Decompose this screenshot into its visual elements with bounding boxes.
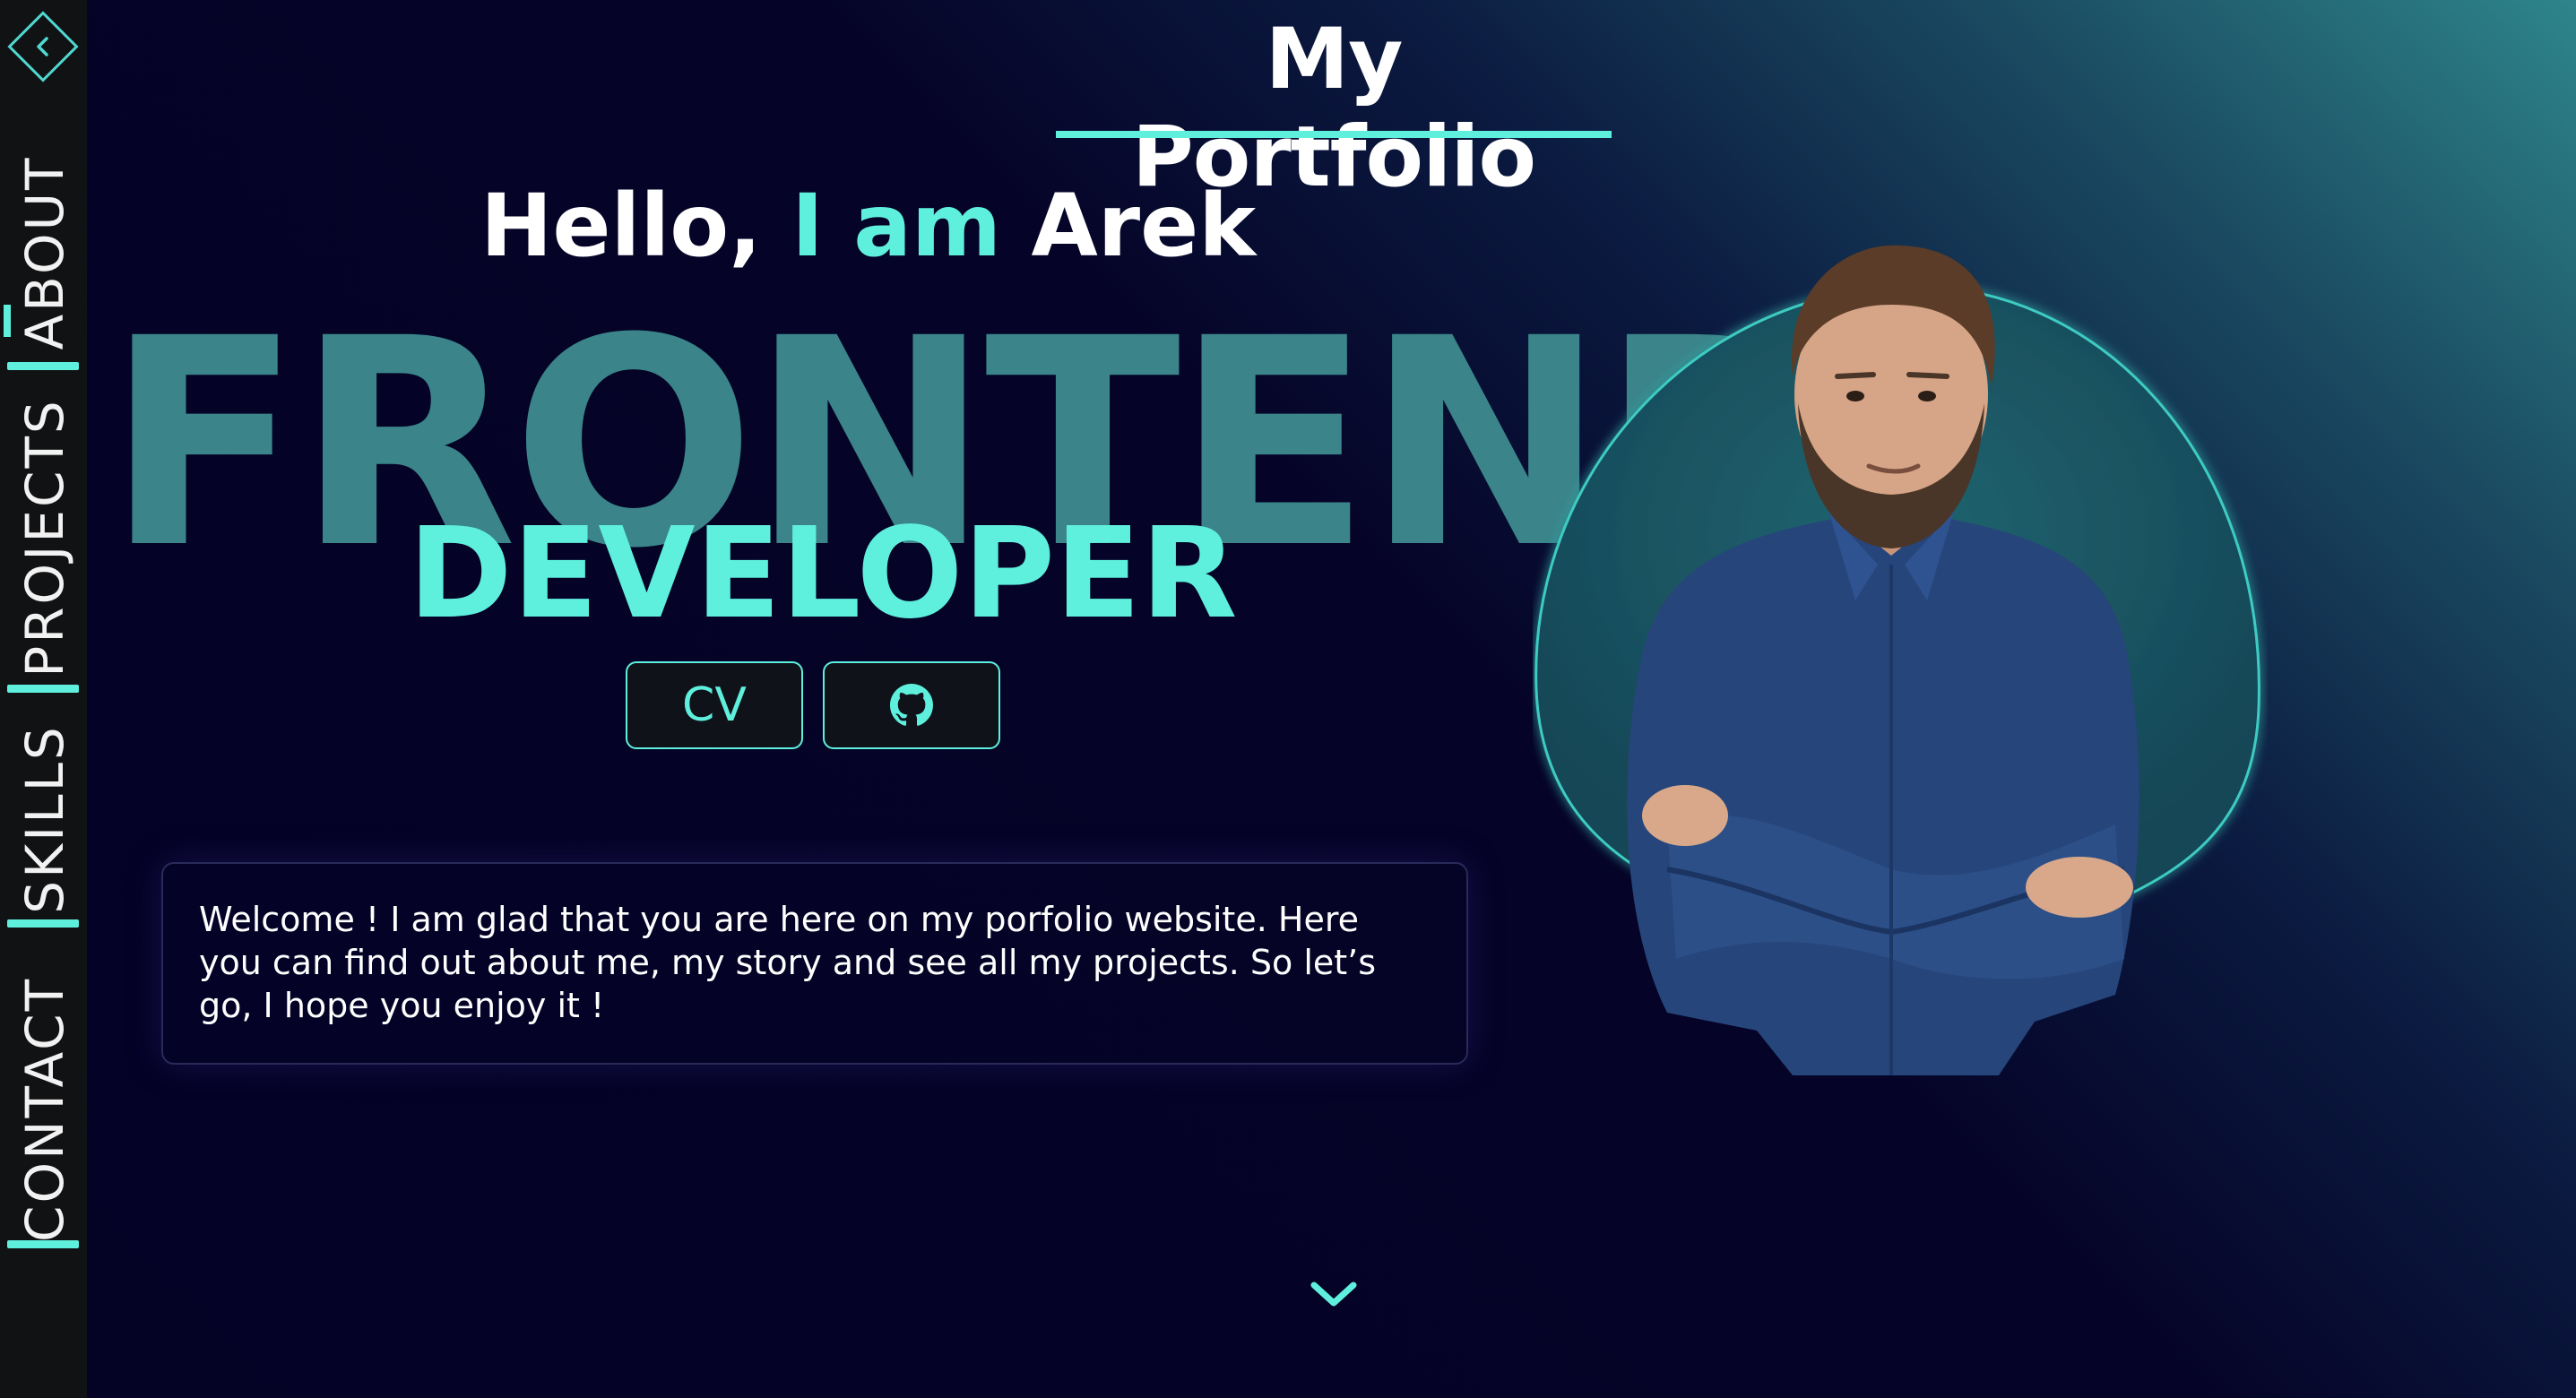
title-underline bbox=[1056, 131, 1612, 138]
nav-separator bbox=[7, 685, 79, 693]
sidebar-item-label: SKILLS bbox=[14, 724, 75, 914]
sidebar-item-label: PROJECTS bbox=[14, 398, 75, 677]
github-button[interactable] bbox=[823, 661, 1000, 749]
greeting-iam: I am bbox=[791, 176, 1002, 276]
chevron-left-icon bbox=[37, 37, 48, 56]
greeting-hello: Hello, bbox=[480, 176, 762, 276]
portfolio-page: ABOUT PROJECTS SKILLS CONTACT My Portfol… bbox=[0, 0, 2576, 1398]
nav-separator bbox=[7, 919, 79, 928]
greeting-name: Arek bbox=[1031, 176, 1257, 276]
nav-indicator bbox=[4, 305, 11, 337]
greeting-heading: Hello, I am Arek bbox=[480, 176, 1256, 276]
intro-text-box: Welcome ! I am glad that you are here on… bbox=[161, 862, 1468, 1065]
role-title-developer: DEVELOPER bbox=[408, 501, 1238, 647]
nav-separator bbox=[7, 1240, 79, 1248]
sidebar-item-label: ABOUT bbox=[14, 155, 75, 350]
nav-separator bbox=[7, 362, 79, 370]
cv-button-label: CV bbox=[682, 678, 747, 732]
sidebar-nav: ABOUT PROJECTS SKILLS CONTACT bbox=[0, 0, 87, 1398]
back-button[interactable] bbox=[5, 9, 81, 84]
scroll-down-button[interactable] bbox=[1309, 1276, 1359, 1312]
github-icon bbox=[890, 684, 933, 726]
profile-portrait bbox=[1534, 245, 2260, 1075]
sidebar-item-label: CONTACT bbox=[14, 976, 75, 1243]
chevron-down-icon bbox=[1310, 1282, 1357, 1307]
cv-button[interactable]: CV bbox=[626, 661, 803, 749]
